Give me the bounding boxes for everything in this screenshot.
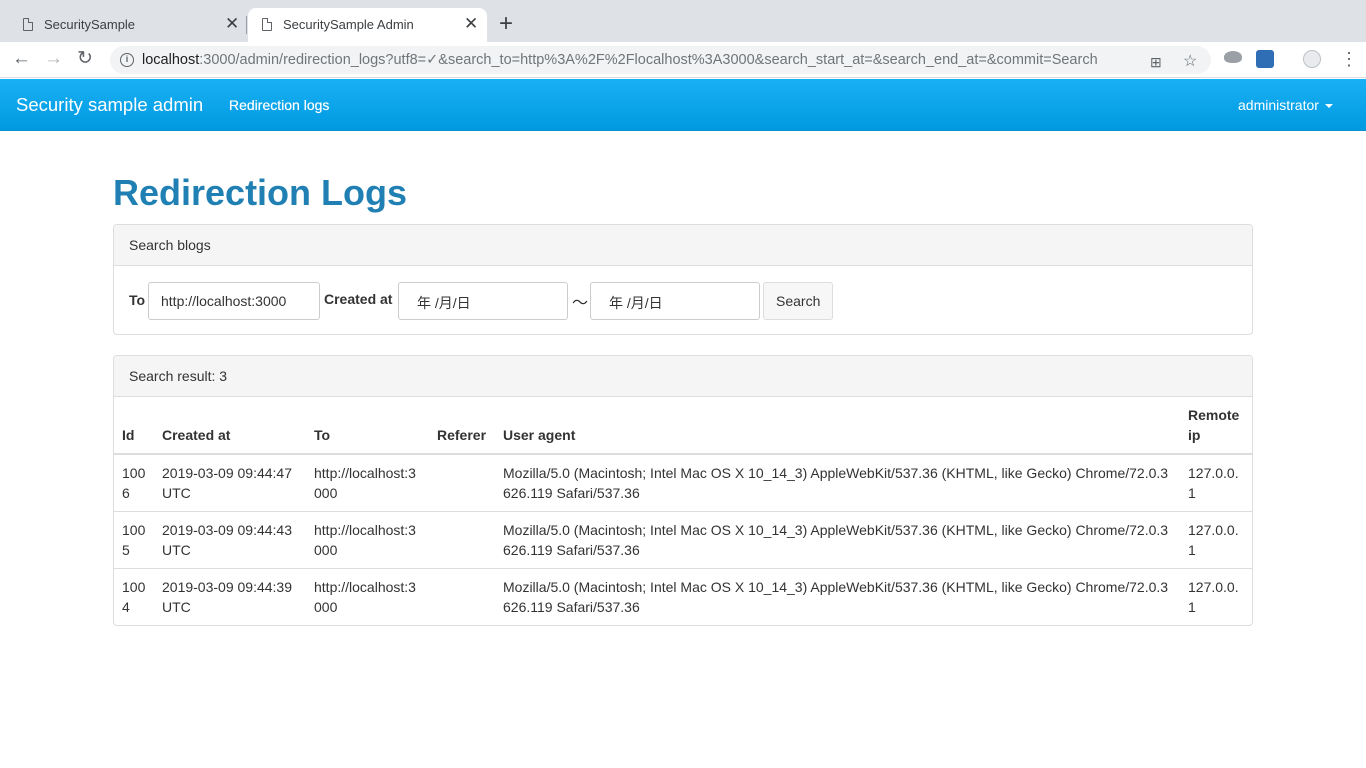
address-bar[interactable]: i localhost:3000/admin/redirection_logs?… [110,46,1211,74]
col-to: To [306,397,429,455]
brand-link[interactable]: Security sample admin [16,94,203,116]
tab-securitysample-admin[interactable]: SecuritySample Admin ✕ [248,8,487,42]
reload-icon[interactable]: ↻ [77,48,93,70]
new-tab-icon[interactable]: + [499,12,513,36]
star-icon[interactable]: ☆ [1183,51,1197,71]
close-icon[interactable]: ✕ [225,14,239,34]
col-remote-ip: Remote ip [1180,397,1252,455]
table-row: 1004 2019-03-09 09:44:39 UTC http://loca… [114,568,1252,625]
search-to-input[interactable]: http://localhost:3000 [148,282,320,320]
search-button[interactable]: Search [763,282,833,320]
cell-to: http://localhost:3000 [306,511,429,569]
user-name: administrator [1238,97,1319,113]
profile-icon[interactable] [1303,50,1321,68]
cell-id: 1004 [114,568,154,625]
cell-created-at: 2019-03-09 09:44:43 UTC [154,511,306,569]
cell-id: 1006 [122,465,146,501]
col-user-agent: User agent [495,397,1180,455]
table-row: 1005 2019-03-09 09:44:43 UTC http://loca… [114,511,1252,569]
cell-to: http://localhost:3000 [314,465,416,501]
close-icon[interactable]: ✕ [464,14,478,34]
cloud-extension-icon[interactable] [1224,51,1242,63]
cell-user-agent: Mozilla/5.0 (Macintosh; Intel Mac OS X 1… [503,465,1169,501]
url-path: :3000/admin/redirection_logs?utf8=✓&sear… [199,52,1098,68]
col-created-at: Created at [154,397,306,455]
results-table: Id Created at To Referer User agent Remo… [114,397,1252,625]
col-id: Id [114,397,154,455]
forward-icon[interactable]: → [44,48,63,70]
app-navbar: Security sample admin Redirection logs a… [0,79,1366,131]
caret-down-icon [1324,104,1333,109]
url-host: localhost [142,52,200,68]
browser-toolbar: ← → ↻ i localhost:3000/admin/redirection… [0,42,1366,78]
back-icon[interactable]: ← [12,48,31,70]
cell-remote-ip: 127.0.0.1 [1188,465,1239,501]
user-menu[interactable]: administrator [1238,97,1333,113]
cell-remote-ip: 127.0.0.1 [1180,568,1252,625]
url-text[interactable]: localhost:3000/admin/redirection_logs?ut… [142,52,1098,68]
search-start-date-input[interactable]: 年 /月/日 [398,282,568,320]
cell-referer [429,454,495,512]
cell-created-at: 2019-03-09 09:44:39 UTC [154,568,306,625]
cell-user-agent: Mozilla/5.0 (Macintosh; Intel Mac OS X 1… [495,568,1180,625]
tab-title: SecuritySample Admin [283,17,414,32]
nav-redirection-logs[interactable]: Redirection logs [229,97,329,113]
cell-referer [429,511,495,569]
results-panel: Search result: 3 Id Created at To Refere… [113,355,1253,626]
page-icon [262,18,272,31]
tab-title: SecuritySample [44,17,136,32]
extension-icon[interactable] [1256,50,1274,68]
cell-user-agent: Mozilla/5.0 (Macintosh; Intel Mac OS X 1… [495,511,1180,569]
results-panel-heading: Search result: 3 [114,356,1252,397]
tab-strip: SecuritySample ✕ SecuritySample Admin ✕ … [0,0,1366,42]
page-icon [23,18,33,31]
cell-id: 1005 [114,511,154,569]
page-title: Redirection Logs [113,172,408,213]
created-at-label: Created at [324,291,393,307]
table-header-row: Id Created at To Referer User agent Remo… [114,397,1252,455]
cell-to: http://localhost:3000 [306,568,429,625]
menu-icon[interactable]: ⋮ [1340,48,1358,70]
search-panel-heading: Search blogs [114,225,1252,266]
cell-created-at: 2019-03-09 09:44:47 UTC [162,465,292,501]
col-referer: Referer [429,397,495,455]
translate-icon[interactable]: ⊞ [1150,54,1162,71]
tab-securitysample[interactable]: SecuritySample ✕ [0,8,246,42]
tab-separator [246,16,247,34]
to-label: To [129,292,146,308]
range-separator: 〜 [572,295,589,312]
search-end-date-input[interactable]: 年 /月/日 [590,282,760,320]
search-panel: Search blogs To http://localhost:3000 Cr… [113,224,1253,335]
info-icon[interactable]: i [120,53,134,67]
table-row: 1006 2019-03-09 09:44:47 UTC http://loca… [114,454,1252,512]
cell-referer [429,568,495,625]
cell-remote-ip: 127.0.0.1 [1180,511,1252,569]
